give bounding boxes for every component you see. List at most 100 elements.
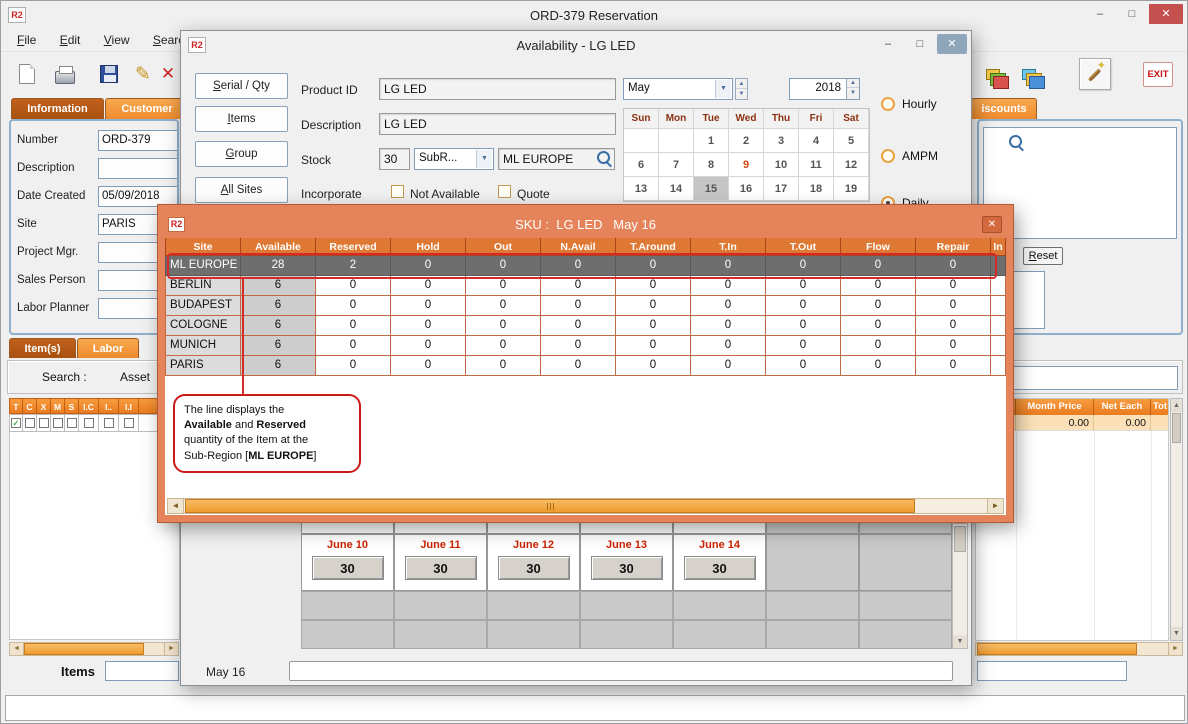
search-mode-value[interactable]: Asset [120, 370, 150, 384]
grid-col-header[interactable]: I.. [99, 398, 119, 414]
grid-col-header[interactable]: M [51, 398, 65, 414]
col-header-out[interactable]: Out [466, 238, 541, 256]
spin-down-icon[interactable]: ▼ [847, 88, 859, 98]
subregion-search-icon[interactable] [597, 151, 613, 167]
scrollbar-thumb[interactable] [1172, 413, 1181, 443]
chevron-down-icon[interactable]: ▼ [476, 150, 492, 168]
year-field[interactable]: 2018 ▲ ▼ [789, 78, 860, 100]
day-availability-button[interactable]: 30 [405, 556, 477, 580]
col-header-navail[interactable]: N.Avail [541, 238, 616, 256]
quote-checkbox[interactable] [498, 185, 511, 198]
year-spinner[interactable]: ▲ ▼ [846, 78, 859, 100]
table-row-cologne[interactable]: COLOGNE6000000000 [165, 316, 1006, 336]
calendar-day[interactable]: 14 [659, 177, 694, 201]
col-header-available[interactable]: Available [241, 238, 316, 256]
date-created-field[interactable]: 05/09/2018 [98, 186, 179, 207]
spin-up-icon[interactable]: ▲ [847, 78, 859, 88]
scrollbar-thumb[interactable] [24, 643, 144, 655]
exit-button[interactable]: EXIT [1137, 58, 1179, 90]
group-button[interactable]: Group [195, 141, 288, 167]
col-header-site[interactable]: Site [165, 238, 241, 256]
day-availability-button[interactable]: 30 [591, 556, 663, 580]
col-header-tin[interactable]: T.In [691, 238, 766, 256]
checkbox[interactable] [84, 418, 94, 428]
checkbox[interactable] [25, 418, 35, 428]
packages-button[interactable] [1013, 58, 1045, 90]
availability-vertical-scrollbar[interactable]: ▼ [952, 523, 968, 649]
scroll-up-button[interactable]: ▲ [1171, 399, 1182, 412]
col-header-flow[interactable]: Flow [841, 238, 916, 256]
tab-information[interactable]: Information [11, 98, 104, 119]
tab-items[interactable]: Item(s) [9, 338, 76, 358]
total-header[interactable]: Tot [1151, 399, 1169, 415]
maximize-button[interactable]: □ [905, 34, 935, 54]
scroll-down-button[interactable]: ▼ [953, 635, 967, 648]
menu-edit[interactable]: Edit [50, 29, 91, 50]
calendar-day[interactable]: 16 [729, 177, 764, 201]
not-available-checkbox[interactable] [391, 185, 404, 198]
table-row-paris[interactable]: PARIS6000000000 [165, 356, 1006, 376]
search-icon[interactable] [1009, 135, 1025, 151]
delete-button[interactable]: ✕ [155, 58, 181, 90]
subregion-dropdown[interactable]: SubR... ▼ [414, 148, 494, 170]
wand-button[interactable] [1079, 58, 1111, 90]
chevron-down-icon[interactable]: ▼ [715, 80, 731, 98]
calendar-day[interactable] [659, 129, 694, 153]
grid-col-header[interactable]: C [23, 398, 37, 414]
scrollbar-thumb[interactable] [977, 643, 1137, 655]
product-id-field[interactable]: LG LED [379, 78, 616, 100]
scrollbar-thumb[interactable] [185, 499, 915, 513]
day-availability-button[interactable]: 30 [312, 556, 384, 580]
pricing-sheets-button[interactable] [977, 58, 1009, 90]
scroll-right-button[interactable]: ► [164, 643, 178, 655]
description-field[interactable]: LG LED [379, 113, 616, 135]
scroll-left-button[interactable]: ◄ [168, 499, 184, 513]
tab-customer[interactable]: Customer [105, 98, 189, 119]
calendar-day[interactable]: 6 [624, 153, 659, 177]
calendar-day[interactable]: 17 [764, 177, 799, 201]
number-field[interactable]: ORD-379 [98, 130, 179, 151]
print-button[interactable] [49, 58, 81, 90]
month-price-header[interactable]: Month Price [1016, 399, 1094, 415]
checkbox[interactable] [53, 418, 63, 428]
minimize-button[interactable]: – [873, 34, 903, 54]
col-header-repair[interactable]: Repair [916, 238, 991, 256]
checkbox[interactable] [124, 418, 134, 428]
calendar-day[interactable]: 19 [834, 177, 869, 201]
checkbox[interactable] [67, 418, 77, 428]
radio-hourly[interactable]: Hourly [881, 97, 937, 111]
grid-col-header[interactable]: T [9, 398, 23, 414]
col-header-tout[interactable]: T.Out [766, 238, 841, 256]
calendar-day[interactable]: 10 [764, 153, 799, 177]
calendar-day[interactable]: 2 [729, 129, 764, 153]
calendar-day[interactable]: 7 [659, 153, 694, 177]
calendar-day[interactable]: 1 [694, 129, 729, 153]
calendar-day[interactable]: 4 [799, 129, 834, 153]
spin-up-icon[interactable]: ▲ [736, 79, 747, 89]
calendar-day[interactable]: 8 [694, 153, 729, 177]
grid-col-header[interactable]: I.C [79, 398, 99, 414]
table-row-budapest[interactable]: BUDAPEST6000000000 [165, 296, 1006, 316]
month-dropdown[interactable]: May ▼ [623, 78, 733, 100]
scroll-down-button[interactable]: ▼ [1171, 627, 1182, 640]
table-row-ml-europe[interactable]: ML EUROPE28200000000 [165, 256, 1006, 276]
sku-horizontal-scrollbar[interactable]: ◄ ► [167, 498, 1004, 514]
new-document-button[interactable] [11, 58, 43, 90]
col-header-hold[interactable]: Hold [391, 238, 466, 256]
price-vertical-scrollbar[interactable]: ▲ ▼ [1170, 398, 1183, 641]
menu-view[interactable]: View [94, 29, 140, 50]
stock-field[interactable]: 30 [379, 148, 410, 170]
description-field[interactable] [98, 158, 179, 179]
calendar-day[interactable]: 12 [834, 153, 869, 177]
calendar-day[interactable]: 3 [764, 129, 799, 153]
day-availability-button[interactable]: 30 [684, 556, 756, 580]
col-header-taround[interactable]: T.Around [616, 238, 691, 256]
menu-file[interactable]: File [7, 29, 46, 50]
items-total-field[interactable] [977, 661, 1127, 681]
radio-ampm[interactable]: AMPM [881, 149, 938, 163]
reset-button[interactable]: Reset [1023, 247, 1063, 265]
item-grid-hscrollbar-right[interactable]: ► [975, 642, 1183, 656]
grid-col-header[interactable]: S [65, 398, 79, 414]
items-count-field[interactable] [105, 661, 179, 681]
month-spinner[interactable]: ▲ ▼ [735, 78, 748, 100]
